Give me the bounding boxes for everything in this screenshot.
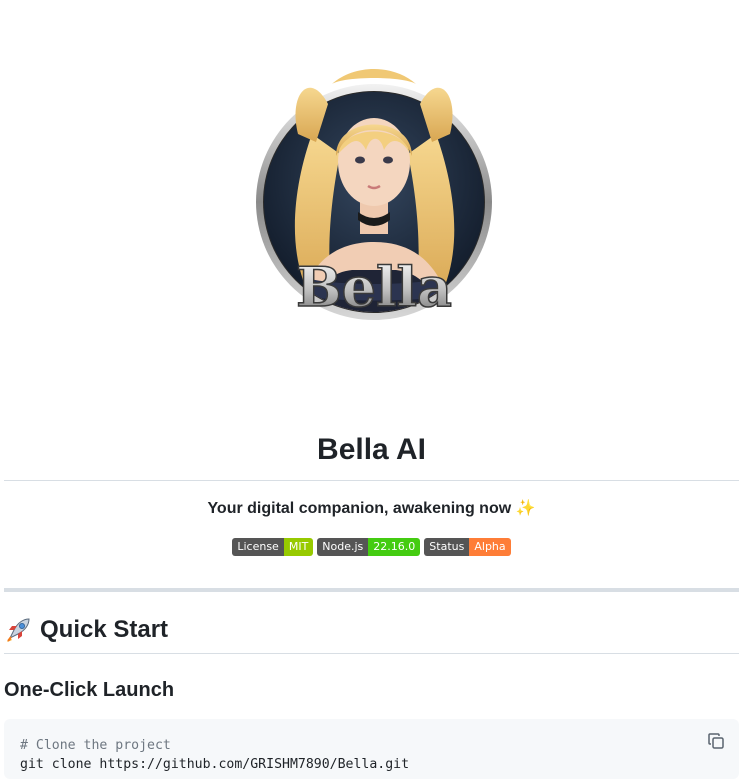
tagline: Your digital companion, awakening now ✨ bbox=[4, 498, 739, 520]
license-badge[interactable]: License MIT bbox=[232, 538, 314, 556]
badge-label: Node.js bbox=[317, 538, 369, 556]
rocket-icon bbox=[4, 616, 32, 644]
heading-divider bbox=[4, 653, 739, 654]
page-title: Bella AI bbox=[317, 433, 426, 466]
badge-row: License MIT Node.js 22.16.0 Status Alpha bbox=[4, 538, 739, 556]
badge-label: License bbox=[232, 538, 284, 556]
code-content[interactable]: # Clone the project git clone https://gi… bbox=[20, 736, 409, 774]
avatar-name-text: Bella bbox=[296, 255, 452, 319]
badge-value: MIT bbox=[283, 538, 314, 556]
badge-value: Alpha bbox=[469, 538, 511, 556]
sparkles-icon: ✨ bbox=[515, 500, 536, 517]
readme-page: Bella Bella AI Your digital companion, a… bbox=[4, 0, 739, 779]
nodejs-badge[interactable]: Node.js 22.16.0 bbox=[317, 538, 421, 556]
copy-icon[interactable] bbox=[707, 732, 725, 750]
title-divider bbox=[4, 480, 739, 481]
badge-label: Status bbox=[424, 538, 470, 556]
code-block: # Clone the project git clone https://gi… bbox=[4, 719, 739, 779]
badge-value: 22.16.0 bbox=[368, 538, 421, 556]
bella-avatar-image: Bella bbox=[254, 64, 494, 326]
quick-start-heading: Quick Start bbox=[4, 614, 168, 646]
quick-start-heading-text: Quick Start bbox=[40, 616, 169, 643]
code-comment: # Clone the project bbox=[20, 738, 171, 753]
one-click-launch-heading: One-Click Launch bbox=[4, 679, 175, 701]
status-badge[interactable]: Status Alpha bbox=[424, 538, 511, 556]
tagline-text: Your digital companion, awakening now bbox=[207, 500, 512, 517]
section-divider bbox=[4, 588, 739, 592]
